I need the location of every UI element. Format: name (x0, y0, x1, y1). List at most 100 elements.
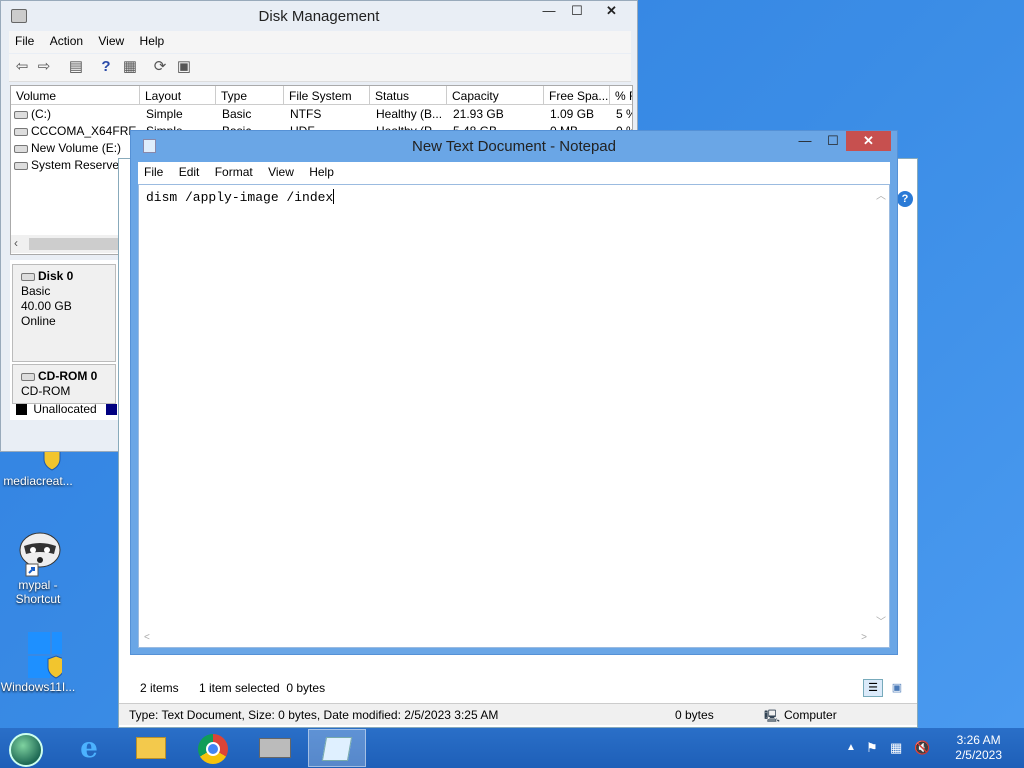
disk-map-pane: Disk 0 Basic 40.00 GB Online CD-ROM 0 CD… (10, 260, 128, 420)
close-button[interactable]: ✕ (846, 131, 891, 151)
system-tray: ▲ ⚑ ▦ 🔇 3:26 AM 2/5/2023 (824, 728, 1024, 768)
minimize-button[interactable]: — (535, 1, 563, 21)
drive-icon (14, 161, 28, 170)
show-hidden-icons-icon[interactable]: ▲ (846, 742, 856, 753)
menu-file[interactable]: File (9, 31, 40, 48)
cell-volume: (C:) (31, 107, 51, 121)
location-label: Computer (784, 708, 837, 722)
volume-muted-icon[interactable]: 🔇 (914, 740, 930, 756)
table-row[interactable]: (C:) Simple Basic NTFS Healthy (B... 21.… (11, 106, 632, 123)
cell-fs: NTFS (290, 107, 322, 121)
cdrom0-type: CD-ROM (21, 384, 71, 398)
menu-view[interactable]: View (262, 162, 300, 179)
clock-time: 3:26 AM (956, 733, 1001, 747)
menu-file[interactable]: File (138, 162, 169, 179)
legend-unallocated: Unallocated (33, 402, 97, 416)
desktop-icon-mypal[interactable]: mypal - Shortcut (0, 528, 76, 606)
col-type[interactable]: Type (216, 86, 284, 105)
table-header: Volume Layout Type File System Status Ca… (11, 86, 632, 105)
disk0-size: 40.00 GB (21, 299, 72, 313)
item-count: 2 items (140, 681, 179, 695)
text-editor[interactable]: dism /apply-image /index ︿ ﹀ < > (138, 184, 890, 648)
scroll-thumb[interactable] (29, 238, 119, 250)
cell-status: Healthy (B... (376, 107, 443, 121)
title-bar: New Text Document - Notepad — ☐ ✕ (131, 131, 897, 161)
network-icon[interactable]: ▦ (890, 740, 902, 756)
col-capacity[interactable]: Capacity (447, 86, 544, 105)
col-free[interactable]: Free Spa... (544, 86, 610, 105)
cdrom0-label[interactable]: CD-ROM 0 CD-ROM (12, 364, 116, 404)
horizontal-scrollbar[interactable]: < > (139, 630, 872, 647)
scroll-up-icon[interactable]: ︿ (876, 187, 886, 202)
disk-management-icon[interactable] (246, 729, 304, 767)
menu-view[interactable]: View (92, 31, 130, 48)
cell-capacity: 21.93 GB (453, 107, 504, 121)
file-explorer-icon[interactable] (122, 729, 180, 767)
menu-format[interactable]: Format (209, 162, 259, 179)
internet-explorer-icon[interactable]: e (60, 729, 118, 767)
large-icons-view-icon[interactable]: ▣ (887, 679, 907, 697)
help-icon[interactable]: ? (96, 58, 116, 76)
desktop-icon-windows11[interactable]: Windows11I... (0, 630, 76, 694)
cdrom0-name: CD-ROM 0 (38, 369, 98, 383)
maximize-button[interactable]: ☐ (563, 1, 591, 21)
unallocated-swatch (16, 404, 27, 416)
desktop-icon-label: mediacreat... (3, 474, 73, 488)
vertical-scrollbar[interactable]: ︿ ﹀ (872, 185, 889, 630)
col-volume[interactable]: Volume (11, 86, 140, 105)
disk0-label[interactable]: Disk 0 Basic 40.00 GB Online (12, 264, 116, 362)
col-percent[interactable]: % F (610, 86, 632, 105)
explorer-details-bar: Type: Text Document, Size: 0 bytes, Date… (119, 703, 917, 725)
refresh-icon[interactable]: ⟳ (150, 58, 170, 76)
show-hide-tree-icon[interactable]: ▤ (66, 58, 86, 76)
raccoon-icon (14, 528, 62, 577)
text-caret (333, 189, 335, 204)
horizontal-scrollbar[interactable]: ‹ (11, 235, 121, 253)
toolbar: ⇦ ⇨ ▤ ? ▦ ⟳ ▣ (9, 54, 631, 82)
cell-layout: Simple (146, 107, 183, 121)
menu-edit[interactable]: Edit (173, 162, 206, 179)
cell-free: 1.09 GB (550, 107, 595, 121)
col-filesystem[interactable]: File System (284, 86, 370, 105)
notepad-icon[interactable] (308, 729, 366, 767)
col-layout[interactable]: Layout (140, 86, 216, 105)
maximize-button[interactable]: ☐ (819, 131, 847, 151)
windows-installer-icon (14, 630, 74, 679)
scroll-right-icon[interactable]: > (861, 632, 867, 643)
desktop-icon-label: mypal - Shortcut (15, 578, 61, 606)
details-view-icon[interactable]: ☰ (863, 679, 883, 697)
cell-percent: 5 % (616, 107, 632, 121)
clock-date: 2/5/2023 (955, 748, 1002, 762)
clock[interactable]: 3:26 AM 2/5/2023 (955, 733, 1002, 763)
minimize-button[interactable]: — (791, 131, 819, 151)
menu-help[interactable]: Help (134, 31, 171, 48)
menu-help[interactable]: Help (303, 162, 340, 179)
disk0-name: Disk 0 (38, 269, 74, 283)
cell-type: Basic (222, 107, 252, 121)
rescan-icon[interactable]: ▣ (174, 58, 194, 76)
explorer-status-bar: 2 items 1 item selected 0 bytes ☰ ▣ (119, 677, 917, 699)
chrome-icon[interactable] (184, 729, 242, 767)
file-details: Type: Text Document, Size: 0 bytes, Date… (129, 708, 499, 722)
menu-bar: File Edit Format View Help (138, 162, 890, 184)
scroll-down-icon[interactable]: ﹀ (876, 613, 886, 628)
editor-content: dism /apply-image /index (146, 190, 334, 205)
menu-bar: File Action View Help (9, 31, 631, 53)
drive-icon (14, 110, 28, 119)
help-icon[interactable]: ? (897, 191, 913, 207)
properties-icon[interactable]: ▦ (120, 58, 140, 76)
desktop-icon-label: Windows11I... (0, 680, 76, 694)
back-icon[interactable]: ⇦ (12, 58, 32, 76)
drive-icon (14, 144, 28, 153)
close-button[interactable]: ✕ (589, 1, 634, 21)
window-title: New Text Document - Notepad (412, 138, 616, 155)
selection-info: 1 item selected 0 bytes (199, 681, 326, 695)
menu-action[interactable]: Action (44, 31, 89, 48)
scroll-left-icon[interactable]: ‹ (14, 236, 18, 250)
start-button[interactable] (0, 729, 54, 767)
action-center-flag-icon[interactable]: ⚑ (866, 740, 878, 756)
forward-icon[interactable]: ⇨ (34, 58, 54, 76)
scroll-left-icon[interactable]: < (144, 632, 150, 643)
col-status[interactable]: Status (370, 86, 447, 105)
taskbar: e ▲ ⚑ ▦ 🔇 3:26 AM 2/5/2023 (0, 728, 1024, 768)
